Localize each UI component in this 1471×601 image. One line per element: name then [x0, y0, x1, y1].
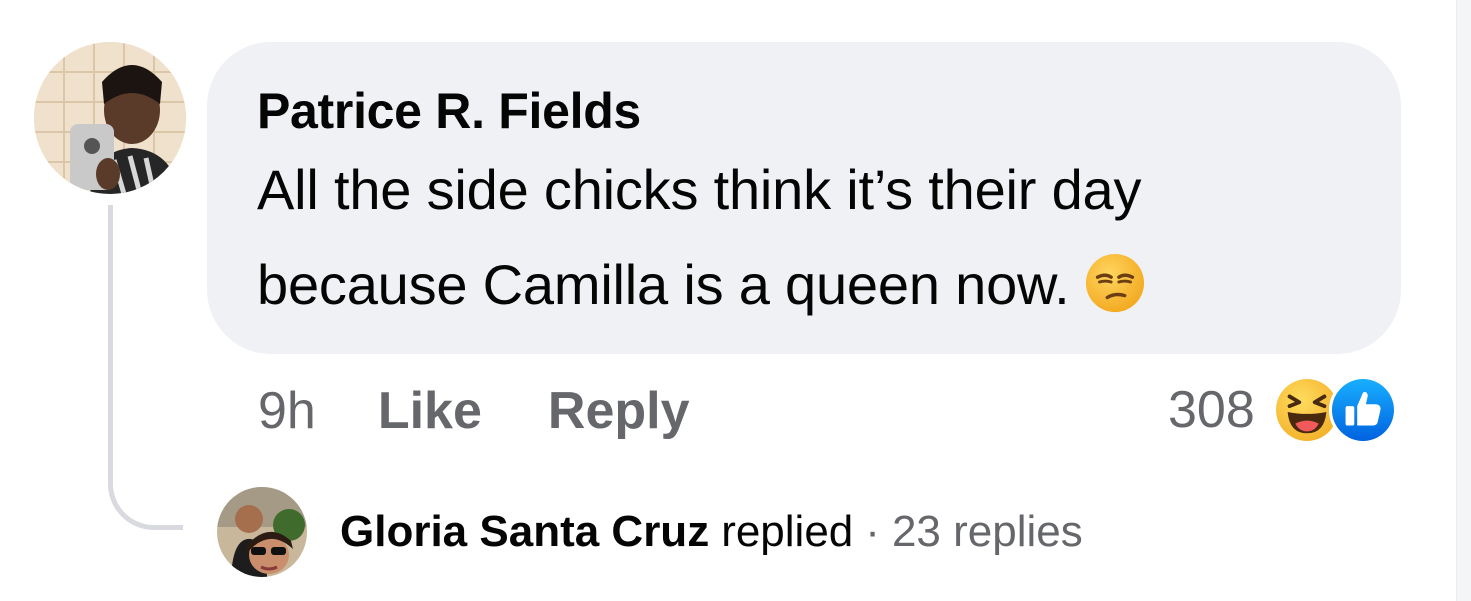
- replier-avatar-photo: [217, 487, 307, 577]
- author-avatar-photo: [34, 42, 186, 194]
- comment-actions: 9h Like Reply: [258, 376, 690, 446]
- like-button[interactable]: Like: [378, 381, 482, 441]
- comment-text: All the side chicks think it’s their day…: [257, 142, 1353, 332]
- reply-summary[interactable]: Gloria Santa Cruz replied · 23 replies: [340, 500, 1083, 564]
- thumbs-up-icon: [1328, 376, 1397, 444]
- thread-connector-line: [108, 205, 183, 530]
- avatar[interactable]: [217, 487, 307, 577]
- replies-count[interactable]: 23 replies: [892, 507, 1083, 557]
- scroll-edge: [1456, 0, 1471, 601]
- reaction-summary[interactable]: 308: [1168, 372, 1397, 448]
- comment-bubble: Patrice R. Fields All the side chicks th…: [207, 42, 1401, 354]
- reply-button[interactable]: Reply: [548, 381, 690, 441]
- replied-label: replied: [721, 507, 854, 556]
- replier-name[interactable]: Gloria Santa Cruz: [340, 507, 709, 557]
- comment-text-content: All the side chicks think it’s their day…: [257, 158, 1142, 316]
- separator-dot: ·: [865, 507, 880, 556]
- reaction-count: 308: [1168, 381, 1255, 439]
- comment-author-name[interactable]: Patrice R. Fields: [257, 80, 1353, 142]
- avatar[interactable]: [34, 42, 186, 194]
- comment-timestamp[interactable]: 9h: [258, 381, 316, 441]
- unamused-face-icon: [1084, 252, 1146, 314]
